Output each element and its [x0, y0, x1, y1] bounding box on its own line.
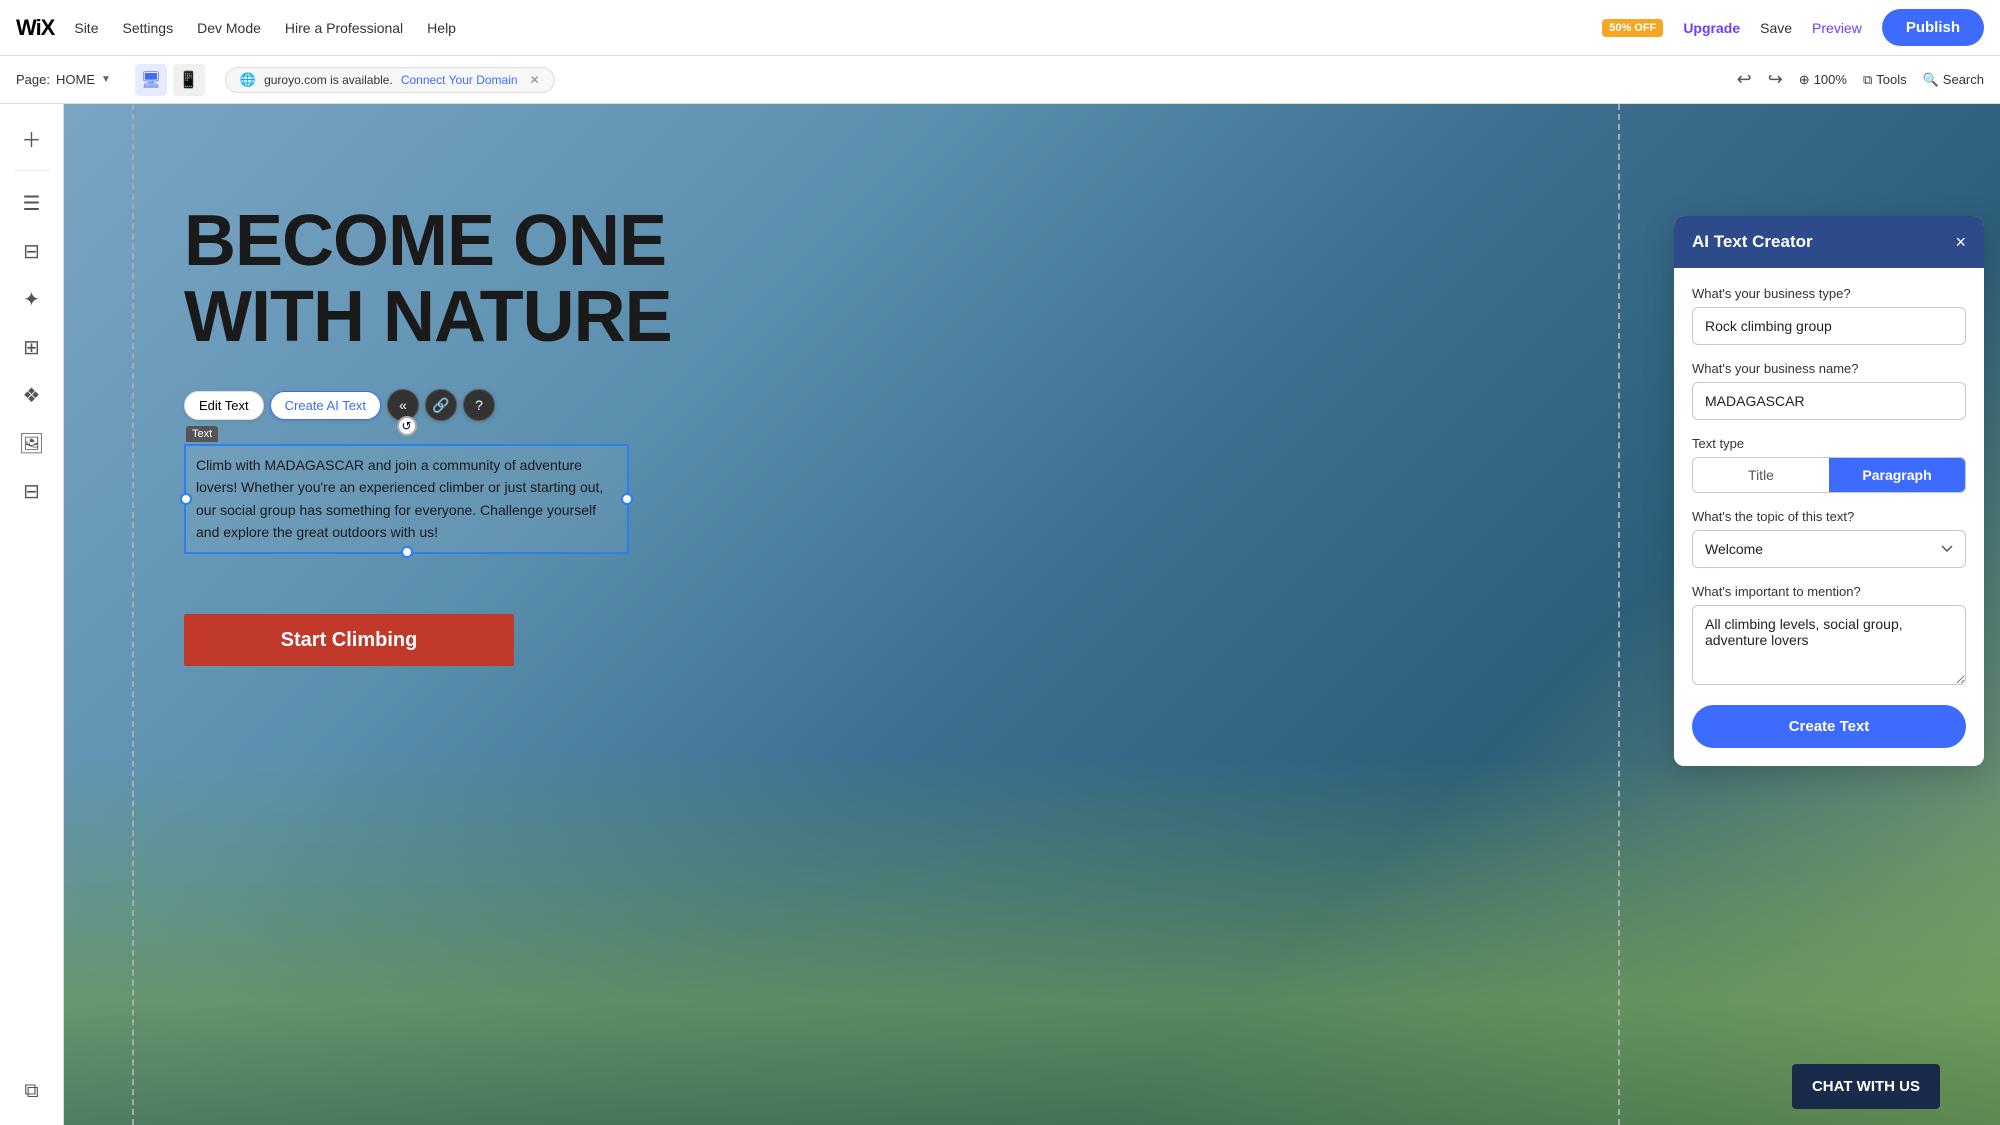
start-climbing-button[interactable]: Start Climbing: [184, 614, 514, 666]
type-title-button[interactable]: Title: [1693, 458, 1829, 492]
secondary-toolbar: Page: HOME ▼ 🖥 📱 🌐 guroyo.com is availab…: [0, 56, 2000, 104]
upgrade-link[interactable]: Upgrade: [1683, 20, 1740, 36]
dialog-close-button[interactable]: ×: [1955, 233, 1966, 251]
search-label: Search: [1943, 72, 1984, 87]
sidebar-bottom: ⧉: [10, 1065, 54, 1113]
redo-icon[interactable]: ↪: [1768, 69, 1783, 90]
topic-group: What's the topic of this text? Welcome: [1692, 509, 1966, 568]
hero-title-line1: BECOME ONE: [184, 204, 1580, 280]
zoom-value: 100%: [1814, 72, 1847, 87]
mention-textarea[interactable]: All climbing levels, social group, adven…: [1692, 605, 1966, 685]
zoom-display[interactable]: ⊕ 100%: [1799, 72, 1847, 88]
nav-help[interactable]: Help: [427, 20, 456, 36]
business-type-group: What's your business type?: [1692, 286, 1966, 345]
edit-text-button[interactable]: Edit Text: [184, 391, 264, 420]
mobile-icon[interactable]: 📱: [173, 64, 205, 96]
hero-title-line2: WITH NATURE: [184, 280, 1580, 356]
wix-logo: WiX: [16, 15, 54, 41]
canvas: BECOME ONE WITH NATURE Edit Text Create …: [64, 104, 2000, 1125]
business-type-input[interactable]: [1692, 307, 1966, 345]
top-nav: Site Settings Dev Mode Hire a Profession…: [74, 20, 456, 36]
tools-label: Tools: [1876, 72, 1906, 87]
media-icon[interactable]: 🖼: [10, 421, 54, 465]
nav-site[interactable]: Site: [74, 20, 98, 36]
create-ai-text-button[interactable]: Create AI Text: [270, 391, 381, 420]
add-elements-icon[interactable]: ＋: [10, 116, 54, 160]
help-icon[interactable]: ?: [463, 389, 495, 421]
business-name-label: What's your business name?: [1692, 361, 1966, 376]
main-area: ＋ ☰ ⊟ ✦ ⊞ ❖ 🖼 ⊟ ⧉ BECOME ONE WITH NATURE…: [0, 104, 2000, 1125]
text-type-group: Text type Title Paragraph: [1692, 436, 1966, 493]
domain-close-icon[interactable]: ✕: [530, 73, 540, 87]
save-button[interactable]: Save: [1760, 20, 1792, 36]
search-button[interactable]: 🔍 Search: [1923, 72, 1984, 88]
apps-icon[interactable]: ⊞: [10, 325, 54, 369]
text-type-label-field: Text type: [1692, 436, 1966, 451]
topic-select[interactable]: Welcome: [1692, 530, 1966, 568]
dialog-header: AI Text Creator ×: [1674, 216, 1984, 268]
top-bar: WiX Site Settings Dev Mode Hire a Profes…: [0, 0, 2000, 56]
business-type-label: What's your business type?: [1692, 286, 1966, 301]
pages-icon[interactable]: ⊟: [10, 229, 54, 273]
dialog-title: AI Text Creator: [1692, 232, 1813, 252]
desktop-icon[interactable]: 🖥: [135, 64, 167, 96]
connect-domain-link[interactable]: Connect Your Domain: [401, 73, 518, 87]
resize-handle-right[interactable]: [621, 493, 633, 505]
dialog-body: What's your business type? What's your b…: [1674, 268, 1984, 766]
type-paragraph-button[interactable]: Paragraph: [1829, 458, 1965, 492]
device-selector: 🖥 📱: [135, 64, 205, 96]
topic-label: What's the topic of this text?: [1692, 509, 1966, 524]
domain-bar: 🌐 guroyo.com is available. Connect Your …: [225, 67, 555, 93]
publish-button[interactable]: Publish: [1882, 9, 1984, 46]
text-type-selector: Title Paragraph: [1692, 457, 1966, 493]
search-icon: 🔍: [1923, 72, 1939, 88]
text-type-label: Text: [186, 426, 218, 442]
undo-icon[interactable]: ↩: [1737, 69, 1752, 90]
resize-handle-left[interactable]: [180, 493, 192, 505]
text-edit-box[interactable]: Text ↺ Climb with MADAGASCAR and join a …: [184, 444, 629, 554]
zoom-icon: ⊕: [1799, 72, 1810, 88]
nav-settings[interactable]: Settings: [122, 20, 173, 36]
mention-label: What's important to mention?: [1692, 584, 1966, 599]
chat-widget[interactable]: CHAT WITH US: [1792, 1064, 1940, 1109]
tools-button[interactable]: ⧉ Tools: [1863, 72, 1907, 88]
ai-text-creator-dialog: AI Text Creator × What's your business t…: [1674, 216, 1984, 766]
discount-badge: 50% OFF: [1602, 19, 1663, 37]
text-toolbar: Edit Text Create AI Text « 🔗 ?: [184, 389, 495, 421]
page-name: HOME: [56, 72, 95, 87]
domain-text: guroyo.com is available.: [264, 73, 393, 87]
nav-dev-mode[interactable]: Dev Mode: [197, 20, 261, 36]
mention-group: What's important to mention? All climbin…: [1692, 584, 1966, 685]
business-name-input[interactable]: [1692, 382, 1966, 420]
resize-handle-bottom[interactable]: [401, 546, 413, 558]
toolbar2-right: ↩ ↪ ⊕ 100% ⧉ Tools 🔍 Search: [1737, 69, 1984, 90]
paragraph-text[interactable]: Climb with MADAGASCAR and join a communi…: [196, 454, 617, 544]
nav-hire[interactable]: Hire a Professional: [285, 20, 403, 36]
page-label: Page:: [16, 72, 50, 87]
business-name-group: What's your business name?: [1692, 361, 1966, 420]
create-text-button[interactable]: Create Text: [1692, 705, 1966, 748]
rotate-handle[interactable]: ↺: [397, 416, 417, 436]
page-chevron-icon: ▼: [101, 74, 111, 85]
preview-button[interactable]: Preview: [1812, 20, 1862, 36]
design-icon[interactable]: ✦: [10, 277, 54, 321]
link-icon[interactable]: 🔗: [425, 389, 457, 421]
hero-content: BECOME ONE WITH NATURE: [184, 204, 1580, 355]
extensions-icon[interactable]: ❖: [10, 373, 54, 417]
tools-icon: ⧉: [1863, 72, 1872, 88]
globe-icon: 🌐: [240, 72, 256, 88]
page-selector[interactable]: Page: HOME ▼: [16, 72, 111, 87]
layers-icon[interactable]: ⧉: [10, 1069, 54, 1113]
sidebar-divider-1: [14, 170, 50, 171]
data-icon[interactable]: ⊟: [10, 469, 54, 513]
sections-icon[interactable]: ☰: [10, 181, 54, 225]
left-sidebar: ＋ ☰ ⊟ ✦ ⊞ ❖ 🖼 ⊟ ⧉: [0, 104, 64, 1125]
hero-title[interactable]: BECOME ONE WITH NATURE: [184, 204, 1580, 355]
